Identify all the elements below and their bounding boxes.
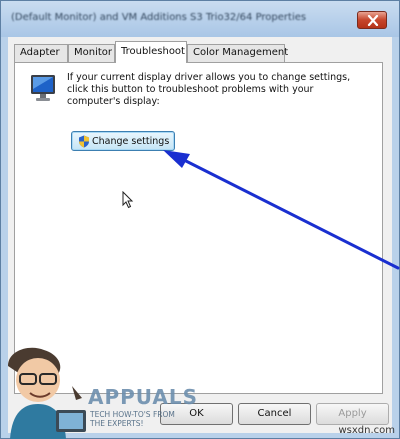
apply-button[interactable]: Apply	[316, 403, 389, 425]
tab-strip: Adapter Monitor Troubleshoot Color Manag…	[14, 41, 386, 63]
appuals-wordmark: APPUALS	[88, 385, 199, 409]
tab-color-management[interactable]: Color Management	[187, 44, 288, 62]
tab-troubleshoot[interactable]: Troubleshoot	[115, 41, 187, 63]
close-button[interactable]	[357, 11, 387, 29]
appuals-mascot-logo	[8, 347, 86, 439]
change-settings-label: Change settings	[92, 136, 170, 147]
appuals-tagline: TECH HOW-TO'S FROM THE EXPERTS!	[90, 410, 175, 428]
title-bar[interactable]: (Default Monitor) and VM Additions S3 Tr…	[1, 1, 399, 37]
tab-adapter[interactable]: Adapter	[14, 44, 68, 62]
monitor-icon	[31, 75, 55, 101]
uac-shield-icon	[79, 135, 89, 148]
mouse-cursor-icon	[122, 191, 134, 209]
close-icon	[367, 15, 379, 26]
window-title: (Default Monitor) and VM Additions S3 Tr…	[11, 12, 307, 23]
troubleshoot-description: If your current display driver allows yo…	[67, 72, 351, 107]
change-settings-button[interactable]: Change settings	[71, 131, 175, 151]
site-watermark: wsxdn.com	[338, 425, 395, 436]
cancel-button[interactable]: Cancel	[238, 403, 311, 425]
tab-monitor[interactable]: Monitor	[68, 44, 115, 62]
